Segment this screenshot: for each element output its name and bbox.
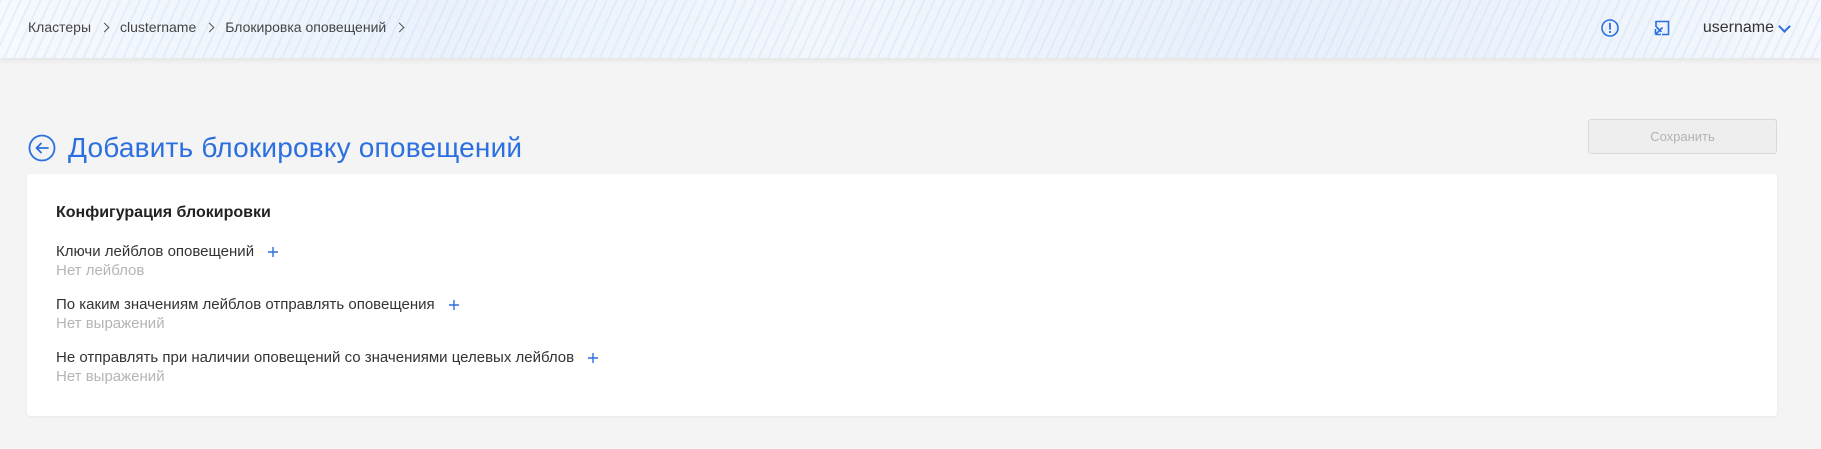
empty-state-text: Нет выражений (56, 315, 165, 332)
breadcrumb-cluster-name[interactable]: clustername (120, 19, 196, 35)
source-matchers-field: По каким значениям лейблов отправлять оп… (56, 296, 461, 332)
field-label: По каким значениям лейблов отправлять оп… (56, 296, 435, 313)
external-link-icon[interactable] (1651, 17, 1673, 39)
breadcrumb-clusters[interactable]: Кластеры (28, 19, 91, 35)
empty-state-text: Нет лейблов (56, 262, 145, 279)
add-source-matcher-icon[interactable] (447, 298, 461, 312)
back-arrow-icon[interactable] (28, 134, 56, 162)
page-title: Добавить блокировку оповещений (68, 131, 523, 163)
chevron-down-icon (1778, 19, 1791, 33)
page-header: Добавить блокировку оповещений (28, 113, 522, 183)
empty-state-text: Нет выражений (56, 368, 165, 385)
breadcrumb-chevron-icon (394, 22, 405, 32)
breadcrumb: Кластеры clustername Блокировка оповещен… (28, 19, 415, 35)
breadcrumb-silences[interactable]: Блокировка оповещений (225, 19, 386, 35)
header-actions: username (1599, 17, 1791, 39)
field-label: Ключи лейблов оповещений (56, 243, 255, 260)
breadcrumb-chevron-icon (204, 22, 215, 32)
alert-circle-icon[interactable] (1599, 17, 1621, 39)
username-label: username (1702, 19, 1774, 36)
field-label: Не отправлять при наличии оповещений со … (56, 349, 575, 366)
save-button[interactable]: Сохранить (1588, 119, 1777, 154)
target-matchers-field: Не отправлять при наличии оповещений со … (56, 349, 600, 385)
user-menu[interactable]: username (1702, 19, 1791, 37)
top-bar: Кластеры clustername Блокировка оповещен… (0, 0, 1821, 58)
breadcrumb-chevron-icon (99, 22, 110, 32)
label-keys-field: Ключи лейблов оповещений Нет лейблов (56, 243, 280, 279)
card-title: Конфигурация блокировки (56, 204, 271, 221)
add-target-matcher-icon[interactable] (586, 351, 600, 365)
add-label-key-icon[interactable] (266, 245, 280, 259)
silence-config-card: Конфигурация блокировки Ключи лейблов оп… (27, 174, 1777, 416)
